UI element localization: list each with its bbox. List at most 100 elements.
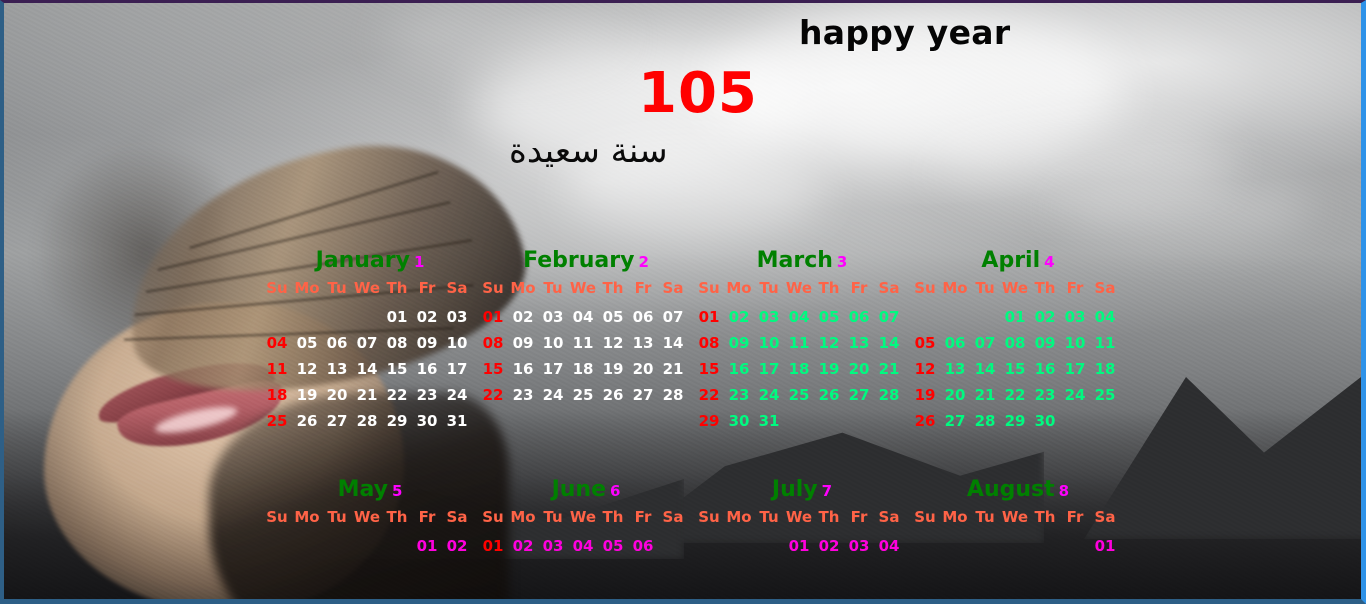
day-cell[interactable]: 02: [814, 533, 844, 559]
day-cell[interactable]: 16: [412, 356, 442, 382]
day-cell[interactable]: 03: [538, 533, 568, 559]
day-cell[interactable]: 19: [292, 382, 322, 408]
day-cell[interactable]: 09: [412, 330, 442, 356]
day-cell[interactable]: 01: [478, 304, 508, 330]
day-cell[interactable]: 04: [568, 304, 598, 330]
day-cell[interactable]: 10: [754, 330, 784, 356]
day-cell[interactable]: 17: [442, 356, 472, 382]
day-cell[interactable]: 11: [1090, 330, 1120, 356]
day-cell[interactable]: 11: [568, 330, 598, 356]
day-cell[interactable]: 12: [910, 356, 940, 382]
day-cell[interactable]: 02: [724, 304, 754, 330]
day-cell[interactable]: 04: [784, 304, 814, 330]
day-cell[interactable]: 03: [442, 304, 472, 330]
day-cell[interactable]: 18: [262, 382, 292, 408]
day-cell[interactable]: 18: [1090, 356, 1120, 382]
day-cell[interactable]: 15: [382, 356, 412, 382]
day-cell[interactable]: 03: [754, 304, 784, 330]
day-cell[interactable]: 01: [478, 533, 508, 559]
day-cell[interactable]: 08: [694, 330, 724, 356]
day-cell[interactable]: 29: [382, 408, 412, 434]
day-cell[interactable]: 27: [322, 408, 352, 434]
day-cell[interactable]: 14: [874, 330, 904, 356]
day-cell[interactable]: 11: [262, 356, 292, 382]
day-cell[interactable]: 03: [538, 304, 568, 330]
day-cell[interactable]: 09: [508, 330, 538, 356]
day-cell[interactable]: 22: [1000, 382, 1030, 408]
day-cell[interactable]: 06: [940, 330, 970, 356]
day-cell[interactable]: 15: [478, 356, 508, 382]
day-cell[interactable]: 27: [628, 382, 658, 408]
day-cell[interactable]: 12: [814, 330, 844, 356]
day-cell[interactable]: 12: [292, 356, 322, 382]
day-cell[interactable]: 29: [1000, 408, 1030, 434]
day-cell[interactable]: 30: [412, 408, 442, 434]
day-cell[interactable]: 24: [754, 382, 784, 408]
day-cell[interactable]: 20: [628, 356, 658, 382]
day-cell[interactable]: 01: [694, 304, 724, 330]
day-cell[interactable]: 28: [874, 382, 904, 408]
day-cell[interactable]: 30: [724, 408, 754, 434]
day-cell[interactable]: 09: [1030, 330, 1060, 356]
day-cell[interactable]: 20: [844, 356, 874, 382]
day-cell[interactable]: 26: [910, 408, 940, 434]
day-cell[interactable]: 07: [874, 304, 904, 330]
day-cell[interactable]: 14: [970, 356, 1000, 382]
day-cell[interactable]: 03: [1060, 304, 1090, 330]
day-cell[interactable]: 05: [598, 533, 628, 559]
day-cell[interactable]: 21: [658, 356, 688, 382]
day-cell[interactable]: 05: [598, 304, 628, 330]
day-cell[interactable]: 04: [568, 533, 598, 559]
day-cell[interactable]: 15: [694, 356, 724, 382]
day-cell[interactable]: 22: [382, 382, 412, 408]
day-cell[interactable]: 03: [844, 533, 874, 559]
day-cell[interactable]: 01: [784, 533, 814, 559]
day-cell[interactable]: 21: [970, 382, 1000, 408]
day-cell[interactable]: 10: [538, 330, 568, 356]
day-cell[interactable]: 01: [382, 304, 412, 330]
day-cell[interactable]: 19: [814, 356, 844, 382]
day-cell[interactable]: 12: [598, 330, 628, 356]
day-cell[interactable]: 05: [292, 330, 322, 356]
day-cell[interactable]: 06: [322, 330, 352, 356]
day-cell[interactable]: 16: [724, 356, 754, 382]
day-cell[interactable]: 08: [1000, 330, 1030, 356]
day-cell[interactable]: 26: [292, 408, 322, 434]
day-cell[interactable]: 02: [508, 533, 538, 559]
day-cell[interactable]: 31: [754, 408, 784, 434]
day-cell[interactable]: 09: [724, 330, 754, 356]
day-cell[interactable]: 10: [1060, 330, 1090, 356]
day-cell[interactable]: 05: [910, 330, 940, 356]
day-cell[interactable]: 21: [352, 382, 382, 408]
day-cell[interactable]: 26: [814, 382, 844, 408]
day-cell[interactable]: 02: [412, 304, 442, 330]
day-cell[interactable]: 22: [694, 382, 724, 408]
day-cell[interactable]: 24: [1060, 382, 1090, 408]
day-cell[interactable]: 25: [262, 408, 292, 434]
day-cell[interactable]: 13: [940, 356, 970, 382]
day-cell[interactable]: 13: [844, 330, 874, 356]
day-cell[interactable]: 18: [784, 356, 814, 382]
day-cell[interactable]: 13: [628, 330, 658, 356]
day-cell[interactable]: 06: [844, 304, 874, 330]
day-cell[interactable]: 30: [1030, 408, 1060, 434]
day-cell[interactable]: 27: [844, 382, 874, 408]
day-cell[interactable]: 14: [352, 356, 382, 382]
day-cell[interactable]: 28: [352, 408, 382, 434]
day-cell[interactable]: 19: [910, 382, 940, 408]
day-cell[interactable]: 06: [628, 533, 658, 559]
day-cell[interactable]: 27: [940, 408, 970, 434]
day-cell[interactable]: 24: [538, 382, 568, 408]
day-cell[interactable]: 20: [322, 382, 352, 408]
day-cell[interactable]: 07: [658, 304, 688, 330]
day-cell[interactable]: 11: [784, 330, 814, 356]
day-cell[interactable]: 25: [1090, 382, 1120, 408]
day-cell[interactable]: 01: [1090, 533, 1120, 559]
day-cell[interactable]: 06: [628, 304, 658, 330]
day-cell[interactable]: 05: [814, 304, 844, 330]
day-cell[interactable]: 13: [322, 356, 352, 382]
day-cell[interactable]: 29: [694, 408, 724, 434]
day-cell[interactable]: 15: [1000, 356, 1030, 382]
day-cell[interactable]: 01: [412, 533, 442, 559]
day-cell[interactable]: 17: [538, 356, 568, 382]
